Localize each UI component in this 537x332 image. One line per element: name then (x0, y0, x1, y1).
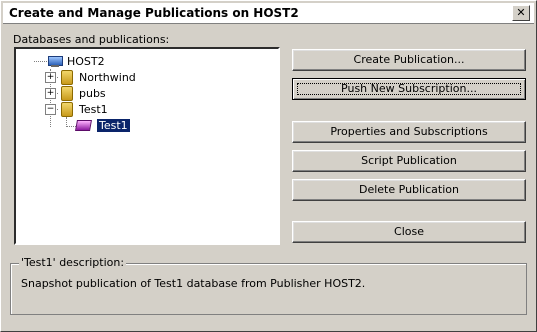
expand-icon[interactable]: + (45, 87, 56, 99)
push-new-subscription-button[interactable]: Push New Subscription... (292, 78, 526, 100)
description-text: Snapshot publication of Test1 database f… (21, 277, 366, 290)
server-icon (47, 54, 63, 68)
tree-node-label: pubs (79, 86, 106, 100)
databases-label: Databases and publications: (13, 33, 170, 46)
create-publication-button[interactable]: Create Publication... (292, 49, 526, 71)
collapse-icon[interactable]: − (45, 103, 56, 115)
tree-node-label: HOST2 (67, 54, 105, 68)
close-button[interactable]: Close (292, 221, 526, 243)
description-groupbox: 'Test1' description: Snapshot publicatio… (10, 256, 527, 315)
database-icon (61, 69, 73, 85)
tree-node-label: Northwind (79, 70, 136, 84)
script-publication-button[interactable]: Script Publication (292, 150, 526, 172)
delete-publication-button[interactable]: Delete Publication (292, 179, 526, 201)
properties-and-subscriptions-button[interactable]: Properties and Subscriptions (292, 121, 526, 143)
tree-node-test1[interactable]: − Test1 (45, 101, 108, 117)
database-icon (61, 101, 73, 117)
close-icon[interactable]: ✕ (512, 5, 530, 21)
publication-tree[interactable]: HOST2 + Northwind + pubs − Test1 Test1 (14, 47, 280, 245)
dialog-window: Create and Manage Publications on HOST2 … (0, 0, 537, 332)
title-bar: Create and Manage Publications on HOST2 … (3, 3, 534, 24)
expand-icon[interactable]: + (45, 71, 56, 83)
description-title: 'Test1' description: (19, 256, 127, 269)
tree-node-test1-publication[interactable]: Test1 (75, 117, 130, 133)
selected-publication-label: Test1 (97, 118, 130, 132)
publication-icon (75, 118, 93, 132)
database-icon (61, 85, 73, 101)
tree-node-host2[interactable]: HOST2 (47, 53, 105, 69)
tree-node-pubs[interactable]: + pubs (45, 85, 106, 101)
tree-node-northwind[interactable]: + Northwind (45, 69, 136, 85)
window-title: Create and Manage Publications on HOST2 (9, 6, 299, 20)
tree-node-label: Test1 (79, 102, 108, 116)
